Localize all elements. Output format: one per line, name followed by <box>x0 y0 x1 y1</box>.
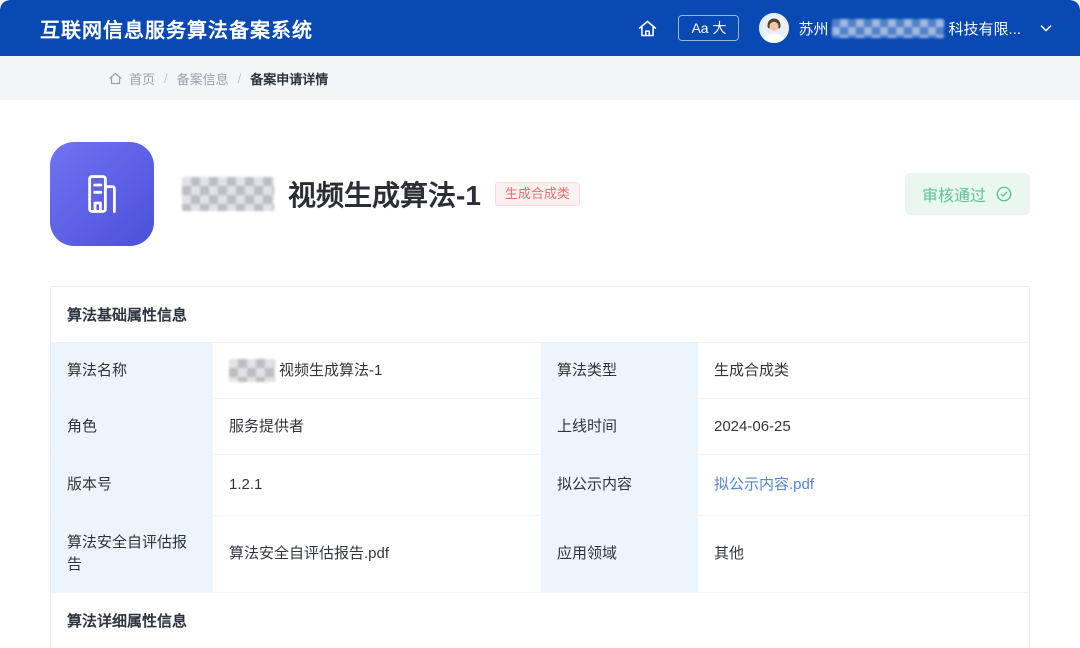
row-label-algorithm-type: 算法类型 <box>541 343 698 399</box>
row-label-public-content: 拟公示内容 <box>541 455 698 516</box>
check-circle-icon <box>995 185 1013 203</box>
status-badge: 审核通过 <box>904 173 1030 215</box>
algorithm-title-redacted <box>182 177 274 211</box>
breadcrumb-separator: / <box>164 70 168 86</box>
row-value-application-field: 其他 <box>698 516 1029 593</box>
breadcrumb-item-home[interactable]: 首页 <box>108 69 155 88</box>
avatar <box>759 13 790 43</box>
row-value-algorithm-type: 生成合成类 <box>698 343 1029 399</box>
row-value-role: 服务提供者 <box>213 399 541 455</box>
row-value-public-content: 拟公示内容.pdf <box>698 455 1029 516</box>
breadcrumb: 首页 / 备案信息 / 备案申请详情 <box>0 56 1080 100</box>
page-title: 视频生成算法-1 <box>288 180 481 211</box>
company-name-redacted <box>832 18 945 38</box>
building-icon <box>50 142 154 246</box>
category-tag: 生成合成类 <box>494 182 580 206</box>
main-content: 视频生成算法-1 生成合成类 审核通过 算法基础属性信息 算法名称 视频生成算法… <box>0 142 1080 648</box>
company-name: 苏州 科技有限... <box>798 18 1021 39</box>
app-title: 互联网信息服务算法备案系统 <box>40 19 313 42</box>
row-label-application-field: 应用领域 <box>541 516 698 593</box>
algorithm-name-text: 视频生成算法-1 <box>279 361 383 379</box>
row-label-online-date: 上线时间 <box>541 399 698 455</box>
chevron-down-icon[interactable] <box>1038 20 1054 36</box>
row-value-security-report: 算法安全自评估报告.pdf <box>213 516 541 593</box>
home-icon[interactable] <box>637 18 658 39</box>
algorithm-info-card: 算法基础属性信息 算法名称 视频生成算法-1 算法类型 生成合成类 角色 服务提… <box>50 286 1030 648</box>
public-content-pdf-link[interactable]: 拟公示内容.pdf <box>714 474 814 496</box>
breadcrumb-item-current: 备案申请详情 <box>250 71 329 87</box>
status-label: 审核通过 <box>921 188 986 205</box>
home-icon-small <box>108 71 123 86</box>
company-suffix: 科技有限... <box>948 20 1021 38</box>
font-size-button[interactable]: Aa 大 <box>678 15 740 41</box>
basic-info-table: 算法名称 视频生成算法-1 算法类型 生成合成类 角色 服务提供者 上线时间 2… <box>51 343 1029 593</box>
hero-title-wrap: 视频生成算法-1 生成合成类 <box>182 174 580 214</box>
breadcrumb-separator: / <box>237 70 242 86</box>
row-value-algorithm-name: 视频生成算法-1 <box>213 343 541 399</box>
user-menu[interactable]: 苏州 科技有限... <box>759 13 1054 43</box>
algorithm-name-redacted <box>229 359 275 382</box>
breadcrumb-item-records[interactable]: 备案信息 <box>177 69 229 88</box>
row-label-algorithm-name: 算法名称 <box>51 343 213 399</box>
app-window: 互联网信息服务算法备案系统 Aa 大 苏州 科技有限... 首页 / 备案信息 … <box>0 0 1080 648</box>
top-header: 互联网信息服务算法备案系统 Aa 大 苏州 科技有限... <box>0 0 1080 56</box>
row-value-version: 1.2.1 <box>213 455 541 516</box>
hero-row: 视频生成算法-1 生成合成类 审核通过 <box>50 142 1030 246</box>
row-value-online-date: 2024-06-25 <box>698 399 1029 455</box>
row-label-security-report: 算法安全自评估报告 <box>51 516 213 593</box>
row-label-role: 角色 <box>51 399 213 455</box>
header-right: Aa 大 苏州 科技有限... <box>637 13 1054 43</box>
company-prefix: 苏州 <box>798 20 829 38</box>
section-header-basic: 算法基础属性信息 <box>51 287 1029 343</box>
section-header-detail: 算法详细属性信息 <box>51 593 1029 648</box>
breadcrumb-home-label: 首页 <box>129 71 156 87</box>
row-label-version: 版本号 <box>51 455 213 516</box>
